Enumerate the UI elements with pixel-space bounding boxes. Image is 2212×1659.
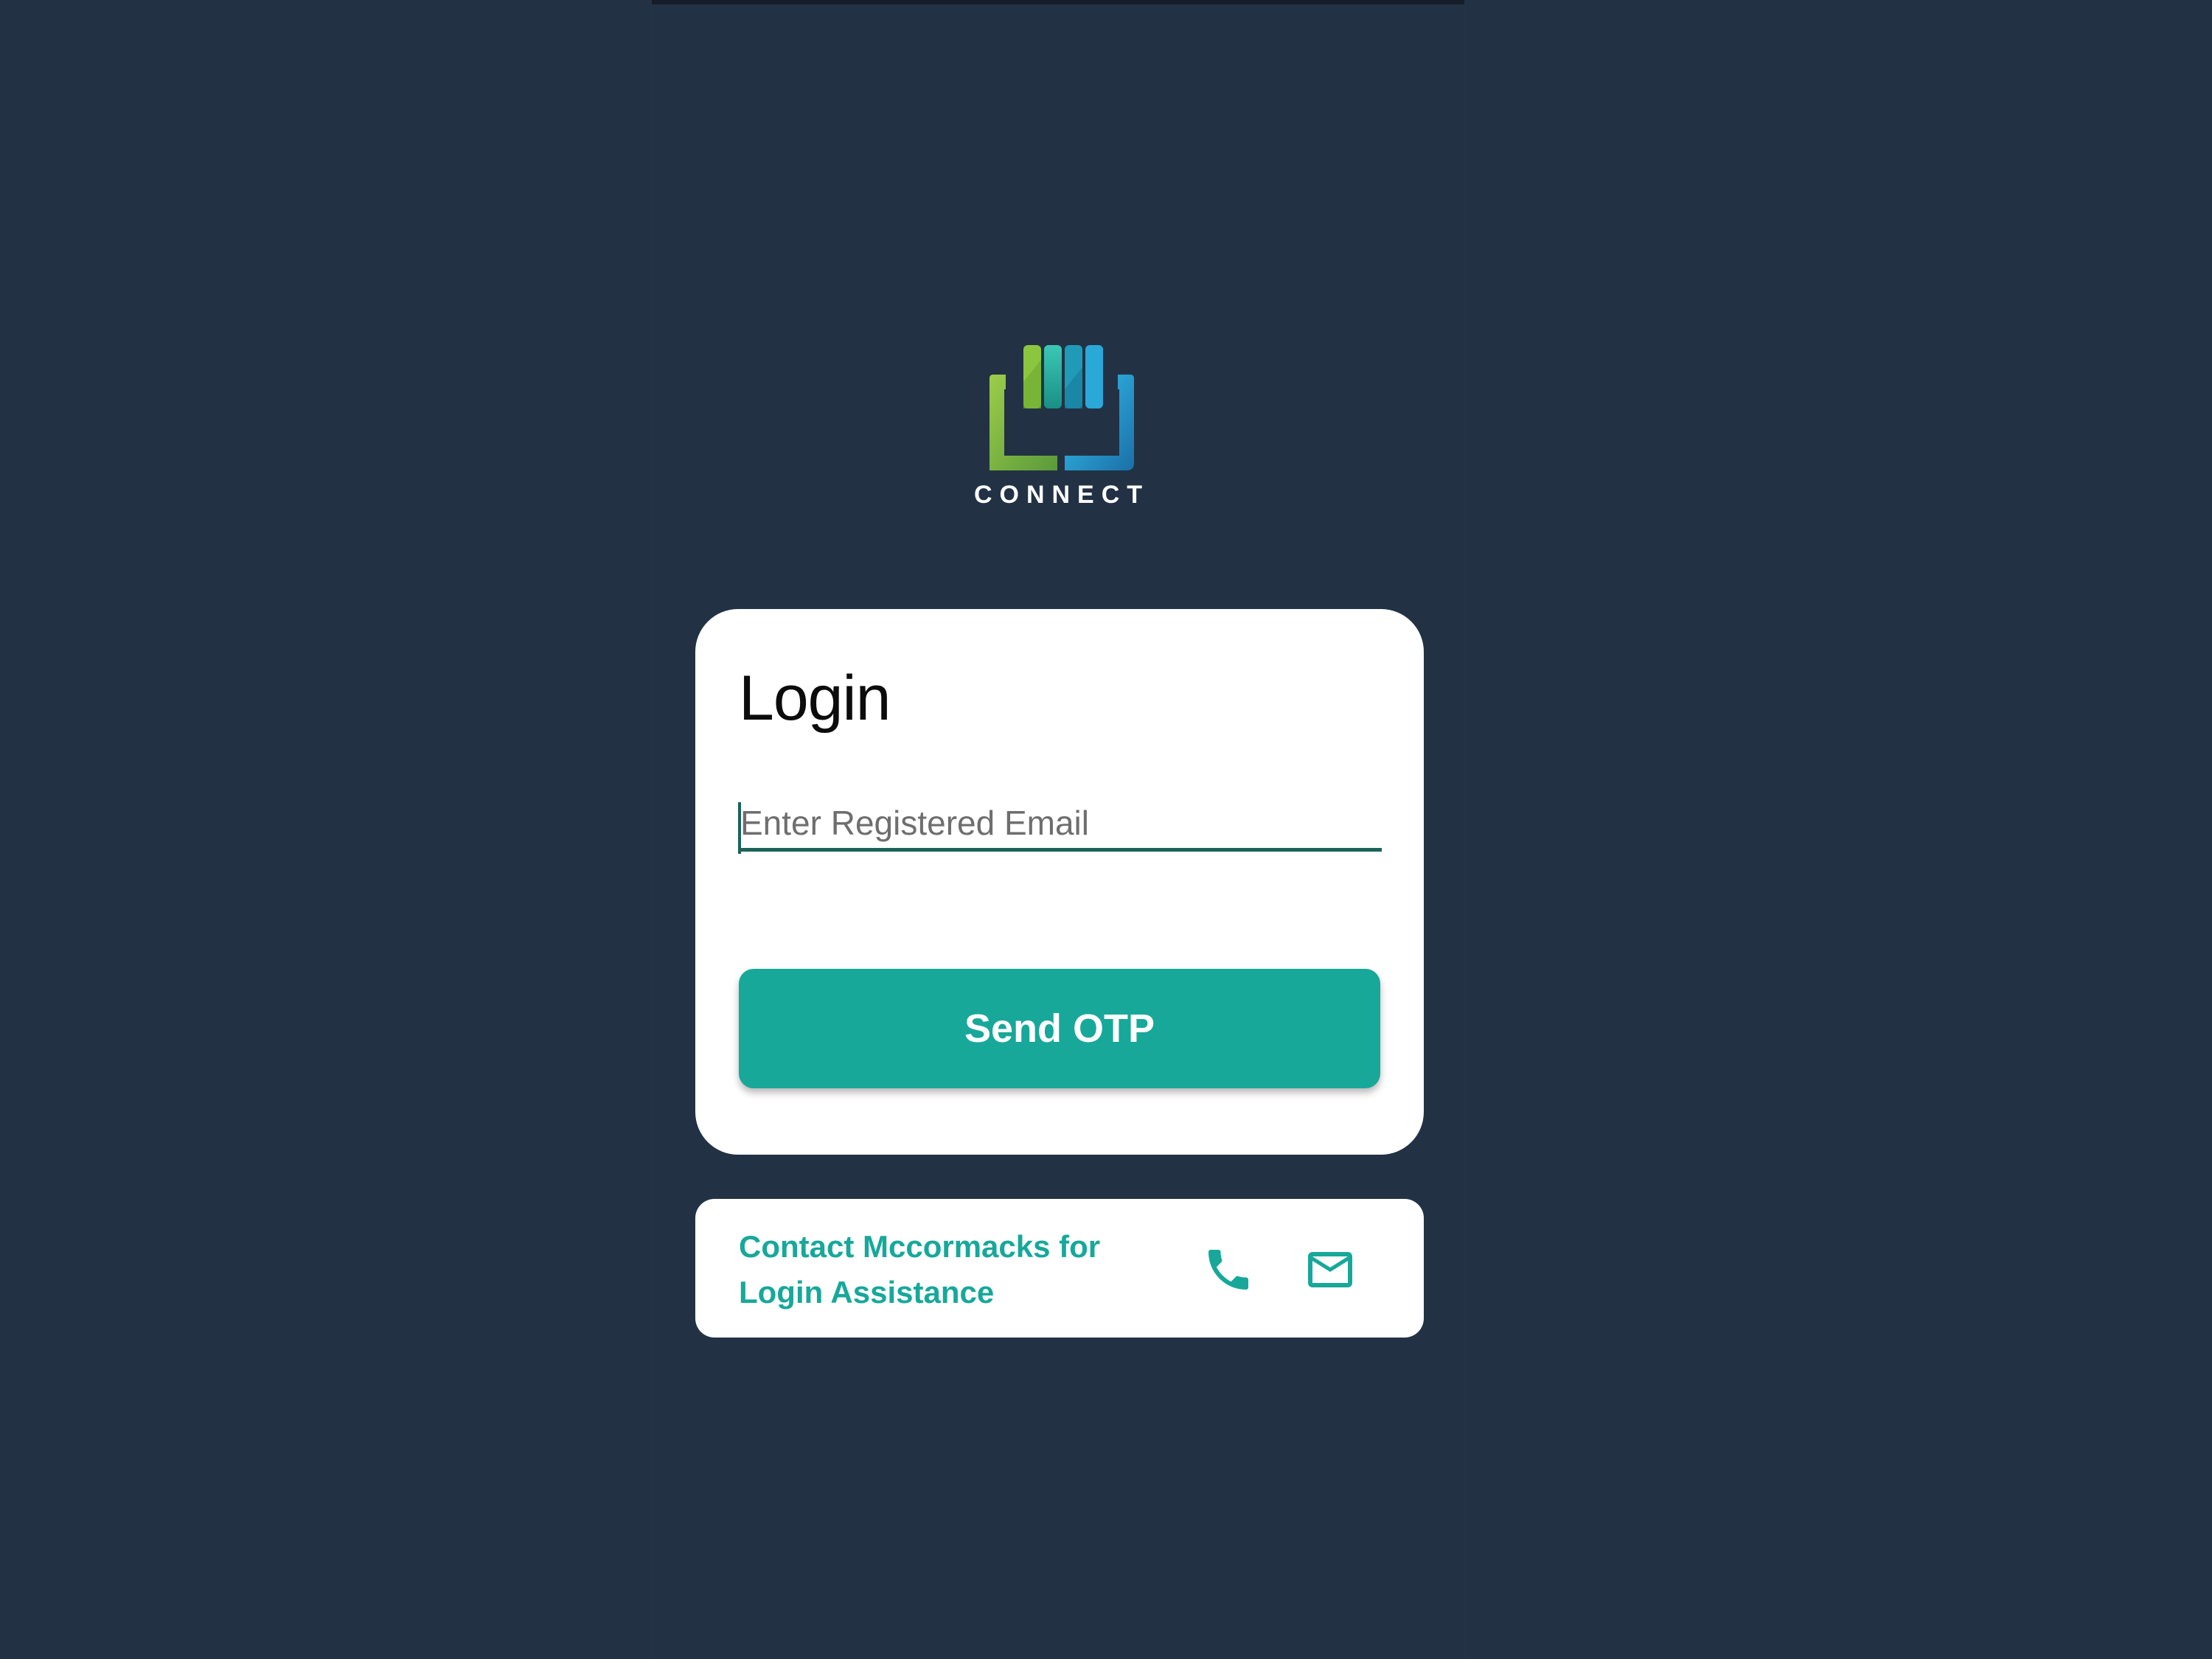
contact-assistance-text: Contact Mccormacks for Login Assistance — [739, 1229, 1101, 1310]
status-bar — [652, 0, 1464, 4]
phone-icon[interactable] — [1202, 1243, 1255, 1296]
email-input[interactable] — [739, 798, 1382, 852]
app-screen: CONNECT Login Send OTP Contact Mccormack… — [650, 0, 1466, 1659]
contact-card: Contact Mccormacks for Login Assistance — [695, 1199, 1424, 1338]
logo-wordmark: CONNECT — [973, 481, 1150, 509]
login-card: Login Send OTP — [695, 609, 1424, 1155]
mail-icon[interactable] — [1304, 1243, 1357, 1296]
text-caret — [738, 802, 741, 854]
send-otp-button[interactable]: Send OTP — [739, 969, 1380, 1088]
login-title: Login — [739, 663, 891, 734]
connect-logo — [990, 345, 1134, 470]
